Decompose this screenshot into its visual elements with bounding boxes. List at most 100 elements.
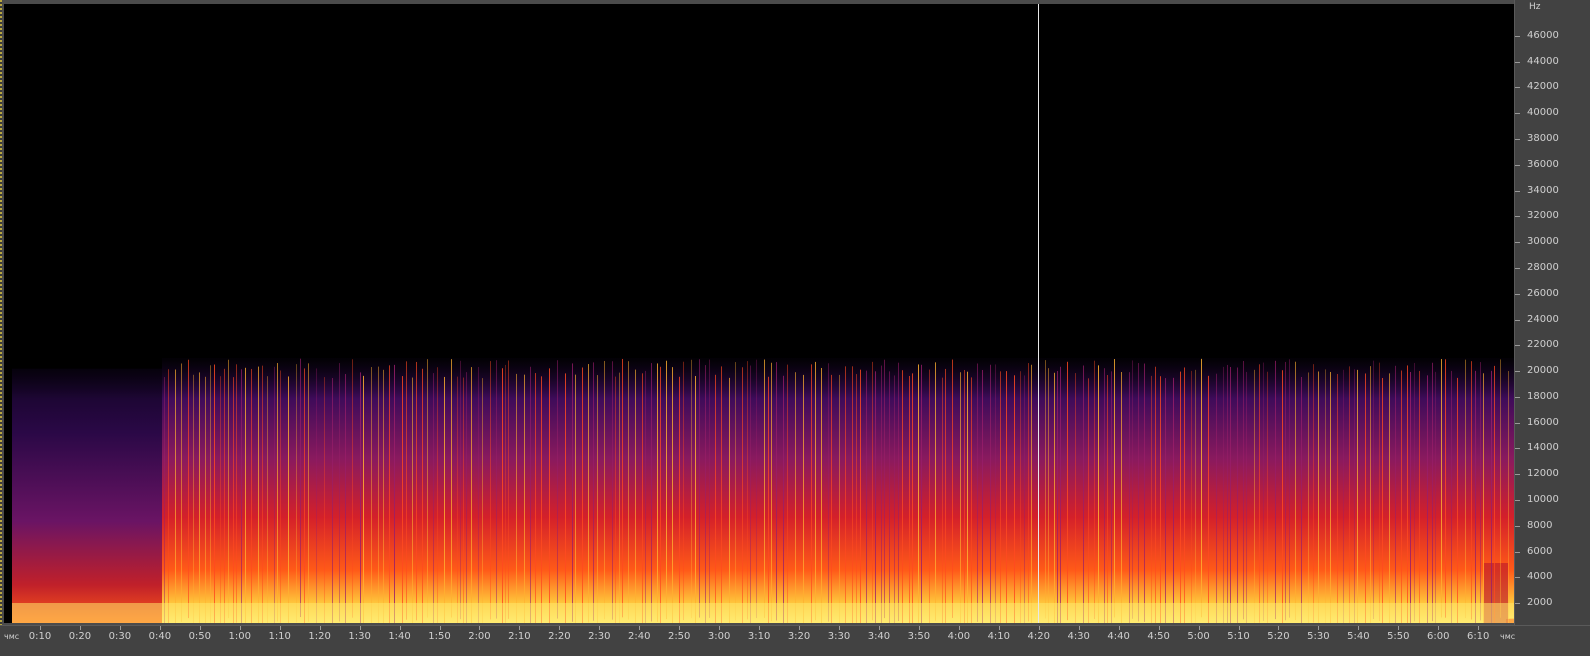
transient-line (1227, 364, 1228, 623)
transient-line (575, 374, 576, 623)
transient-line (1006, 371, 1007, 623)
time-tick (998, 626, 1000, 630)
frequency-tick (1515, 345, 1520, 347)
transient-line (505, 364, 506, 623)
transient-line (457, 376, 458, 623)
frequency-tick (1515, 113, 1520, 115)
transient-line (909, 375, 910, 623)
transient-line (1395, 365, 1396, 623)
time-tick-label: 3:00 (707, 631, 731, 642)
transient-line (1223, 366, 1224, 623)
frequency-tick (1515, 319, 1520, 321)
transient-line (1325, 369, 1326, 623)
transient-line (482, 378, 483, 623)
time-tick (958, 626, 960, 630)
playhead-cursor[interactable] (1038, 4, 1039, 623)
frequency-unit-label: Hz (1529, 2, 1541, 12)
time-tick-label: 1:20 (308, 631, 331, 642)
transient-line (1201, 358, 1202, 618)
transient-line (699, 359, 700, 618)
spectral-view-window: Hz 46000 44000 42000 40000 38000 36000 34000 32… (0, 0, 1590, 656)
transient-line (1031, 364, 1032, 623)
frequency-tick (1515, 61, 1520, 63)
time-tick-label: 5:20 (1267, 631, 1290, 642)
spectrogram-display[interactable] (4, 4, 1514, 623)
transient-line (1313, 364, 1314, 623)
time-tick-label: 0:20 (68, 631, 92, 642)
transient-line (705, 365, 706, 623)
time-tick (1278, 626, 1280, 630)
transient-line (875, 371, 876, 623)
transient-line (889, 371, 890, 623)
time-tick (1078, 626, 1080, 630)
transient-line (657, 363, 658, 622)
frequency-tick (1515, 551, 1520, 553)
transient-line (1483, 373, 1484, 623)
transient-line (1407, 365, 1408, 623)
transient-line (635, 369, 636, 623)
transient-line (828, 363, 829, 622)
transient-line (742, 367, 743, 623)
time-ruler[interactable]: чмс чмс 0:10 0:20 0:30 0:40 0:50 1:00 1:10 1:20… (0, 625, 1590, 656)
frequency-tick (1515, 603, 1520, 605)
spectrum-top-fade (4, 358, 1514, 399)
frequency-tick (1515, 448, 1520, 450)
frequency-tick (1515, 164, 1520, 166)
time-tick-label: 0:30 (108, 631, 132, 642)
transient-line (729, 377, 730, 623)
transient-line (1389, 373, 1390, 623)
transient-line (1337, 374, 1338, 623)
frequency-tick (1515, 371, 1520, 373)
frequency-tick (1515, 474, 1520, 476)
time-tick (1318, 626, 1320, 630)
time-unit-left: чмс (4, 632, 20, 641)
transient-line (258, 366, 259, 623)
time-tick (399, 626, 401, 630)
transient-line (821, 367, 822, 623)
transient-line (389, 365, 390, 623)
transient-line (839, 374, 840, 623)
time-unit-right: чмс (1500, 632, 1516, 641)
transient-line (316, 368, 317, 623)
transient-line (535, 373, 536, 623)
transient-line (1285, 361, 1286, 621)
transient-line (1160, 376, 1161, 623)
frequency-tick (1515, 138, 1520, 140)
transient-line (557, 360, 558, 619)
transient-line (884, 359, 885, 619)
transient-line (444, 376, 445, 623)
spectrum-intro-region (12, 368, 162, 623)
transient-line (228, 359, 229, 619)
time-tick-label: 3:20 (787, 631, 811, 642)
transient-line (274, 366, 275, 623)
frequency-tick-label: 14000 (1527, 442, 1559, 454)
transient-line (1088, 378, 1089, 623)
transient-line (612, 361, 613, 620)
time-tick-label: 3:50 (907, 631, 931, 642)
transient-line (1259, 364, 1260, 623)
frequency-tick-label: 30000 (1527, 236, 1559, 248)
transient-line (1419, 370, 1420, 623)
transient-line (427, 359, 428, 618)
transient-line (412, 377, 413, 623)
transient-line (394, 364, 395, 623)
transient-line (872, 361, 873, 621)
transient-line (964, 369, 965, 623)
transient-line (572, 363, 573, 622)
transient-line (971, 377, 972, 623)
transient-line (1475, 370, 1476, 623)
transient-line (224, 368, 225, 623)
time-tick-label: 1:10 (268, 631, 291, 642)
selection-edge-marker[interactable] (0, 0, 2, 625)
transient-line (1000, 371, 1001, 623)
frequency-tick-label: 32000 (1527, 210, 1559, 222)
time-tick-label: 4:00 (947, 631, 971, 642)
transient-line (490, 361, 491, 620)
frequency-tick-label: 20000 (1527, 365, 1559, 377)
transient-line (1104, 368, 1105, 623)
time-tick-label: 6:00 (1427, 631, 1450, 642)
transient-line (1094, 360, 1095, 620)
transient-line (1208, 375, 1209, 623)
transient-line (1155, 366, 1156, 623)
time-tick (40, 626, 41, 630)
